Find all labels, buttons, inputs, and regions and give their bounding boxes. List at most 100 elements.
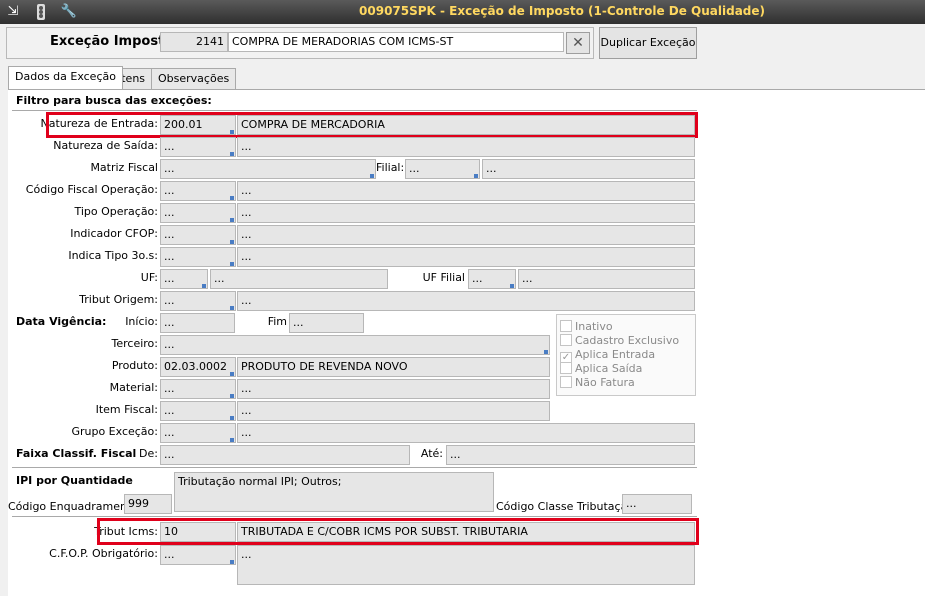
lookup-handle[interactable]	[230, 152, 234, 156]
wrench-icon[interactable]: 🔧	[60, 3, 78, 21]
terceiro-field[interactable]: ...	[160, 335, 550, 355]
filter-section-title: Filtro para busca das exceções:	[16, 94, 212, 107]
tipo-operacao-code[interactable]: ...	[160, 203, 236, 223]
lookup-handle[interactable]	[230, 262, 234, 266]
checkbox-box[interactable]	[560, 376, 572, 388]
grupo-excecao-desc[interactable]: ...	[237, 423, 695, 443]
classe-tributacao-label: Código Classe Tributação	[496, 500, 635, 513]
lookup-handle[interactable]	[474, 174, 478, 178]
grupo-excecao-label: Grupo Exceção:	[71, 425, 158, 438]
item-fiscal-label: Item Fiscal:	[95, 403, 158, 416]
window-title: 009075SPK - Exceção de Imposto (1-Contro…	[359, 4, 765, 18]
checkbox-aplica-saida[interactable]: Aplica Saída	[560, 362, 642, 376]
cfop-obrigatorio-label: C.F.O.P. Obrigatório:	[49, 547, 158, 560]
lookup-handle[interactable]	[230, 306, 234, 310]
lookup-handle[interactable]	[230, 372, 234, 376]
faixa-ate-field[interactable]: ...	[446, 445, 695, 465]
enquadramento-desc[interactable]: Tributação normal IPI; Outros;	[174, 472, 494, 512]
checkbox-inativo[interactable]: Inativo	[560, 320, 613, 334]
tab-dados-excecao[interactable]: Dados da Exceção	[8, 66, 123, 89]
produto-code[interactable]: 02.03.0002	[160, 357, 236, 377]
checkbox-label: Inativo	[575, 320, 613, 333]
enquadramento-code[interactable]: 999	[124, 494, 172, 514]
checkbox-nao-fatura[interactable]: Não Fatura	[560, 376, 635, 390]
matriz-fiscal-field[interactable]: ...	[160, 159, 376, 179]
indica-tipo-3os-desc[interactable]: ...	[237, 247, 695, 267]
uf-filial-desc[interactable]: ...	[518, 269, 695, 289]
tribut-origem-code[interactable]: ...	[160, 291, 236, 311]
natureza-saida-code[interactable]: ...	[160, 137, 236, 157]
faixa-ate-label: Até:	[420, 447, 443, 460]
tribut-origem-label: Tribut Origem:	[79, 293, 158, 306]
traffic-light-icon[interactable]	[32, 3, 50, 21]
natureza-saida-label: Natureza de Saída:	[53, 139, 158, 152]
checkbox-label: Aplica Entrada	[575, 348, 656, 361]
lookup-handle[interactable]	[230, 416, 234, 420]
lookup-handle[interactable]	[202, 284, 206, 288]
cfop-obrigatorio-code[interactable]: ...	[160, 545, 236, 565]
fim-field[interactable]: ...	[289, 313, 364, 333]
cfop-obrigatorio-desc[interactable]: ...	[237, 545, 695, 585]
indicador-cfop-desc[interactable]: ...	[237, 225, 695, 245]
checkbox-label: Aplica Saída	[575, 362, 643, 375]
inicio-label: Início:	[125, 315, 158, 328]
uf-desc[interactable]: ...	[210, 269, 388, 289]
export-icon[interactable]: ⇲	[4, 3, 22, 21]
material-label: Material:	[109, 381, 158, 394]
faixa-de-field[interactable]: ...	[160, 445, 410, 465]
material-code[interactable]: ...	[160, 379, 236, 399]
inicio-field[interactable]: ...	[160, 313, 235, 333]
clear-button[interactable]: ✕	[566, 32, 590, 54]
indica-tipo-3os-code[interactable]: ...	[160, 247, 236, 267]
lookup-handle[interactable]	[370, 174, 374, 178]
checkbox-label: Não Fatura	[575, 376, 635, 389]
lookup-handle[interactable]	[230, 218, 234, 222]
tipo-operacao-label: Tipo Operação:	[74, 205, 158, 218]
matriz-fiscal-label: Matriz Fiscal	[90, 161, 158, 174]
lookup-handle[interactable]	[510, 284, 514, 288]
filial-code[interactable]: ...	[405, 159, 480, 179]
tab-observacoes[interactable]: Observações	[151, 68, 237, 89]
filial-desc[interactable]: ...	[482, 159, 695, 179]
grupo-excecao-code[interactable]: ...	[160, 423, 236, 443]
checkbox-label: Cadastro Exclusivo	[575, 334, 680, 347]
cfo-desc[interactable]: ...	[237, 181, 695, 201]
uf-filial-code[interactable]: ...	[468, 269, 516, 289]
terceiro-label: Terceiro:	[111, 337, 159, 350]
produto-desc[interactable]: PRODUTO DE REVENDA NOVO	[237, 357, 550, 377]
checkbox-cadastro-exclusivo[interactable]: Cadastro Exclusivo	[560, 334, 679, 348]
uf-filial-label: UF Filial	[422, 271, 465, 284]
checkbox-box[interactable]	[560, 334, 572, 346]
lookup-handle[interactable]	[230, 240, 234, 244]
enquadramento-label: Código Enquadramento	[8, 500, 139, 513]
excecao-code-field[interactable]: 2141	[160, 32, 228, 52]
tipo-operacao-desc[interactable]: ...	[237, 203, 695, 223]
natureza-saida-desc[interactable]: ...	[237, 137, 695, 157]
highlight-box	[97, 518, 699, 545]
header-panel: Exceção Imposto 2141 COMPRA DE MERADORIA…	[0, 24, 925, 62]
material-desc[interactable]: ...	[237, 379, 550, 399]
checkbox-box[interactable]	[560, 320, 572, 332]
checkbox-box[interactable]	[560, 362, 572, 374]
cfo-code[interactable]: ...	[160, 181, 236, 201]
item-fiscal-desc[interactable]: ...	[237, 401, 550, 421]
lookup-handle[interactable]	[230, 196, 234, 200]
lookup-handle[interactable]	[230, 560, 234, 564]
indicador-cfop-code[interactable]: ...	[160, 225, 236, 245]
produto-label: Produto:	[111, 359, 158, 372]
divider	[12, 110, 697, 111]
checkbox-aplica-entrada[interactable]: ✓ Aplica Entrada	[560, 348, 656, 364]
lookup-handle[interactable]	[544, 350, 548, 354]
uf-code[interactable]: ...	[160, 269, 208, 289]
lookup-handle[interactable]	[230, 438, 234, 442]
duplicate-button[interactable]: Duplicar Exceção	[599, 27, 697, 59]
indicador-cfop-label: Indicador CFOP:	[70, 227, 158, 240]
classe-tributacao-field[interactable]: ...	[622, 494, 692, 514]
item-fiscal-code[interactable]: ...	[160, 401, 236, 421]
excecao-description-field[interactable]: COMPRA DE MERADORIAS COM ICMS-ST	[228, 32, 564, 52]
cfo-label: Código Fiscal Operação:	[25, 183, 158, 196]
faixa-title: Faixa Classif. Fiscal	[16, 447, 137, 460]
lookup-handle[interactable]	[230, 394, 234, 398]
tribut-origem-desc[interactable]: ...	[237, 291, 695, 311]
divider	[12, 516, 697, 517]
